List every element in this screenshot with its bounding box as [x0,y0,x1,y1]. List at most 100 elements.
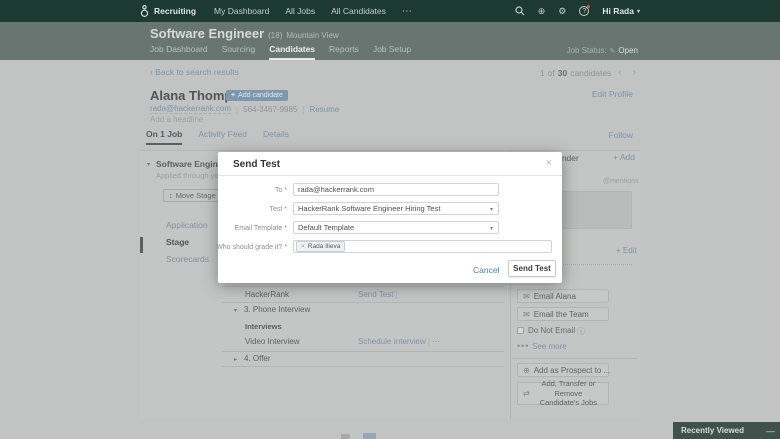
schedule-interview-link[interactable]: Schedule Interview | ⋯ [358,337,440,346]
candidate-pager: 1 of 30 candidates ‹ › [540,67,640,78]
edit-profile-link[interactable]: Edit Profile [592,89,633,99]
to-value: rada@hackerrank.com [298,185,374,194]
edit-link[interactable]: + Edit [616,246,637,255]
recently-viewed-tray[interactable]: Recently Viewed — [673,422,780,439]
close-icon[interactable]: × [546,157,552,169]
send-test-modal: Send Test × To * rada@hackerrank.com Tes… [218,152,562,283]
tab-candidates[interactable]: Candidates [269,44,315,60]
send-test-button[interactable]: Send Test [508,260,556,277]
move-stage-label: Move Stage [176,191,216,200]
separator: | [428,337,430,346]
email-template-select[interactable]: Default Template ▾ [293,221,499,234]
offer-section-title[interactable]: 4. Offer [244,354,271,363]
sidebar-item-stage[interactable]: Stage [166,237,189,247]
person-add-icon: + [231,92,235,99]
badge-label: Add candidate [238,92,283,99]
gear-icon[interactable]: ⚙ [558,7,566,16]
chevron-down-icon: ▾ [637,8,640,15]
separator: | [302,105,304,114]
resume-link[interactable]: Resume [309,105,339,114]
nav-more-icon[interactable]: ⋯ [402,6,412,17]
prev-candidate-icon[interactable]: ‹ [614,67,625,78]
tab-sourcing[interactable]: Sourcing [222,44,256,60]
tab-reports[interactable]: Reports [329,44,359,60]
email-candidate-button[interactable]: ✉ Email Alana [517,289,609,303]
collapse-open-icon[interactable]: ▾ [234,307,237,314]
test-label: Test * [269,206,287,213]
back-to-search-link[interactable]: ‹ Back to search results [150,67,239,77]
modal-title: Send Test [233,159,280,170]
cancel-button[interactable]: Cancel [473,265,499,275]
move-icon: ↕ [169,191,173,200]
follow-link[interactable]: Follow [608,130,633,140]
transfer-jobs-button[interactable]: ⇄ Add, Transfer or Remove Candidate's Jo… [517,382,609,405]
hackerrank-row-label: HackerRank [245,290,289,299]
select-caret-icon: ▾ [490,225,493,232]
top-navbar: Recruiting My Dashboard All Jobs All Can… [0,0,780,22]
pager-total: 30 [558,68,567,78]
notification-dot [587,5,590,8]
collapse-closed-icon[interactable]: ▸ [234,356,237,363]
template-selected-value: Default Template [298,223,354,232]
to-label: To * [275,187,287,194]
grader-tag: × Rada Ilieva [296,241,345,252]
active-stage-indicator [140,237,143,253]
back-label: Back to search results [155,67,239,77]
help-icon[interactable]: ? [579,6,589,16]
collapse-open-icon[interactable]: ▾ [147,161,150,168]
move-stage-button[interactable]: ↕ Move Stage [163,189,222,202]
envelope-icon: ✉ [523,292,530,301]
tab-job-setup[interactable]: Job Setup [373,44,411,60]
to-input[interactable]: rada@hackerrank.com [293,183,499,196]
test-select[interactable]: HackerRank Software Engineer Hiring Test… [293,202,499,215]
brand-label: Recruiting [154,6,196,16]
add-reminder-link[interactable]: + Add [613,152,635,162]
tab-job-dashboard[interactable]: Job Dashboard [150,44,208,60]
search-icon[interactable] [515,6,525,16]
applied-source-note: Applied through you [156,171,223,180]
nav-all-candidates[interactable]: All Candidates [331,6,386,16]
add-as-prospect-button[interactable]: ⊕ Add as Prospect to ... [517,363,609,377]
add-candidate-badge[interactable]: + Add candidate [226,90,288,101]
transfer-icon: ⇄ [523,389,530,399]
add-headline-field[interactable]: Add a headline [150,115,203,124]
tab-details[interactable]: Details [263,129,289,145]
edit-status-icon[interactable]: ✎ [610,47,616,55]
tab-on-1-job[interactable]: On 1 Job [146,129,182,145]
sidebar-item-application[interactable]: Application [166,220,208,230]
taskbar-icon-artifact [363,433,376,439]
pager-of: of [548,68,555,78]
quick-add-icon[interactable]: ⊕ [538,7,546,16]
candidate-contact-row: rada@hackerrank.com | 564-3467-9985 | Re… [150,104,339,114]
phone-interview-section-title[interactable]: 3. Phone Interview [244,305,310,314]
candidate-email-link[interactable]: rada@hackerrank.com [150,104,231,114]
taskbar-icon-artifact [341,434,350,439]
grader-tag-label: Rada Ilieva [308,243,341,250]
user-menu[interactable]: Hi Rada ▾ [602,6,640,16]
user-greeting: Hi Rada [602,6,634,16]
job-status-value[interactable]: Open [618,46,638,55]
separator: | [236,105,238,114]
brand[interactable]: Recruiting [140,5,196,18]
sidebar-item-scorecards[interactable]: Scorecards [166,254,209,264]
next-candidate-icon[interactable]: › [629,67,640,78]
info-icon[interactable]: ⓘ [577,326,585,337]
job-candidate-count: (18) [268,31,282,40]
tab-activity-feed[interactable]: Activity Feed [198,129,247,145]
add-circle-icon: ⊕ [523,366,530,375]
recently-viewed-label: Recently Viewed [681,426,744,435]
interviews-subheading: Interviews [245,322,282,331]
email-team-button[interactable]: ✉ Email the Team [517,307,609,321]
nav-my-dashboard[interactable]: My Dashboard [214,6,269,16]
do-not-email-checkbox[interactable] [517,327,524,334]
row-divider [222,286,504,287]
mentions-hint: @mentions [603,178,639,185]
grader-input[interactable]: × Rada Ilieva [293,240,552,253]
remove-tag-icon[interactable]: × [301,243,305,250]
email-candidate-label: Email Alana [534,292,576,301]
send-test-link-label: Send Test [358,290,393,299]
hackerrank-send-test-link[interactable]: Send Test | [358,290,398,299]
select-caret-icon: ▾ [490,206,493,213]
see-more-link[interactable]: See more [532,342,567,351]
nav-all-jobs[interactable]: All Jobs [285,6,315,16]
